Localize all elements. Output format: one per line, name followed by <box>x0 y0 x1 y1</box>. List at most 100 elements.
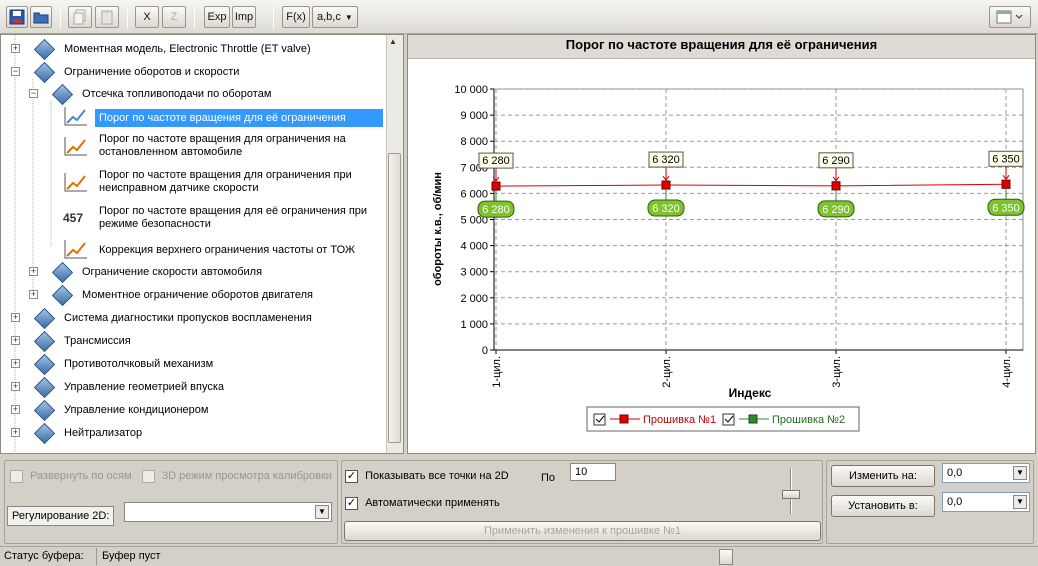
auto-apply-option[interactable]: ✓ Автоматически применять <box>345 497 500 510</box>
set-to-input[interactable]: 0,0 ▼ <box>942 492 1030 512</box>
y-axis-label: обороты к.в., об/мин <box>432 172 444 286</box>
tree-item-label: Порог по частоте вращения для ограничени… <box>99 133 346 145</box>
y-tick-label: 2 000 <box>460 293 488 305</box>
chevron-down-icon[interactable]: ▼ <box>1013 466 1027 480</box>
window-icon <box>996 10 1023 24</box>
tree-item-rpm-threshold-safe-mode[interactable]: 457 Порог по частоте вращения для её огр… <box>63 205 367 235</box>
tree-item-vehicle-speed-limit[interactable]: + Ограничение скорости автомобиля <box>27 261 262 283</box>
series1-point <box>1001 179 1011 189</box>
series1-point <box>831 181 841 191</box>
set-to-value: 0,0 <box>947 496 963 508</box>
tree-item-torque-model[interactable]: + Моментная модель, Electronic Throttle … <box>9 38 311 60</box>
mode-3d-checkbox[interactable] <box>142 470 155 483</box>
expand-icon[interactable]: + <box>11 44 20 53</box>
collapse-icon[interactable]: − <box>11 67 20 76</box>
tree-item-catalyst[interactable]: + Нейтрализатор <box>9 422 142 444</box>
copy-icon[interactable] <box>68 6 92 28</box>
change-by-button[interactable]: Изменить на: <box>831 465 935 487</box>
y-tick-label: 9 000 <box>460 110 488 122</box>
status-label: Статус буфера: <box>4 550 84 562</box>
expand-axes-option[interactable]: Развернуть по осям <box>10 470 132 483</box>
show-all-points-checkbox[interactable]: ✓ <box>345 470 358 483</box>
chevron-down-icon[interactable]: ▼ <box>1013 495 1027 509</box>
po-input[interactable]: 10 <box>570 463 616 481</box>
mode-3d-option[interactable]: 3D режим просмотра калибровки <box>142 470 332 483</box>
series1-checkbox[interactable] <box>593 413 606 426</box>
step-slider[interactable] <box>780 468 802 514</box>
series2-checkbox[interactable] <box>722 413 735 426</box>
series1-data-label: 6 280 <box>482 155 510 167</box>
tree-item-transmission[interactable]: + Трансмиссия <box>9 330 131 352</box>
folder-diamond-icon <box>33 399 56 421</box>
chart-panel: Порог по частоте вращения для её огранич… <box>407 34 1036 454</box>
tree-item-label: режиме безопасности <box>99 218 211 230</box>
tree-item-anti-jerk[interactable]: + Противотолчковый механизм <box>9 353 213 375</box>
chart-title: Порог по частоте вращения для её огранич… <box>408 35 1035 59</box>
change-by-input[interactable]: 0,0 ▼ <box>942 463 1030 483</box>
tree-item-rpm-threshold[interactable]: Порог по частоте вращения для её огранич… <box>63 106 383 130</box>
series1-data-label: 6 290 <box>822 155 850 167</box>
expand-icon[interactable]: + <box>29 290 38 299</box>
export-button[interactable]: Exp <box>204 6 230 28</box>
set-to-button[interactable]: Установить в: <box>831 495 935 517</box>
series2-data-label: 6 290 <box>822 204 850 216</box>
scroll-up-icon[interactable]: ▲ <box>389 37 397 46</box>
auto-apply-checkbox[interactable]: ✓ <box>345 497 358 510</box>
apply-changes-button[interactable]: Применить изменения к прошивке №1 <box>344 521 821 541</box>
x-tick-label: 4-цил. <box>1001 356 1013 388</box>
x-tick-label: 1-цил. <box>491 356 503 388</box>
x-button[interactable]: X <box>135 6 159 28</box>
x-tick-label: 3-цил. <box>831 356 843 388</box>
show-all-points-option[interactable]: ✓ Показывать все точки на 2D <box>345 470 509 483</box>
folder-diamond-icon <box>33 330 56 352</box>
tree-item-label: Порог по частоте вращения для ограничени… <box>99 169 352 181</box>
expand-icon[interactable]: + <box>11 428 20 437</box>
expand-icon[interactable]: + <box>11 336 20 345</box>
window-layout-button[interactable] <box>989 6 1031 28</box>
status-bar: Статус буфера: Буфер пуст <box>0 546 1038 566</box>
tree-item-rpm-threshold-stopped[interactable]: Порог по частоте вращения для ограничени… <box>63 133 346 163</box>
chevron-down-icon[interactable]: ▼ <box>315 505 329 519</box>
tree-item-intake-geometry[interactable]: + Управление геометрией впуска <box>9 376 224 398</box>
tree-item-label: Порог по частоте вращения для её огранич… <box>99 205 368 217</box>
series1-point <box>661 180 671 190</box>
scroll-thumb[interactable] <box>388 153 401 443</box>
abc-dropdown[interactable]: a,b,c ▼ <box>312 6 358 28</box>
tree-item-rpm-threshold-sensor[interactable]: Порог по частоте вращения для ограничени… <box>63 169 352 199</box>
y-tick-label: 4 000 <box>460 241 488 253</box>
change-by-value: 0,0 <box>947 467 963 479</box>
slider-thumb[interactable] <box>782 490 800 499</box>
reg2d-select[interactable]: ▼ <box>124 502 332 522</box>
status-value: Буфер пуст <box>102 550 161 562</box>
status-splitter[interactable] <box>719 549 733 565</box>
constant-value-icon: 457 <box>63 211 84 225</box>
paste-icon[interactable] <box>95 6 119 28</box>
folder-diamond-icon <box>33 307 56 329</box>
tree-item-rpm-speed-limit[interactable]: − Ограничение оборотов и скорости <box>9 61 239 83</box>
series2-marker-icon <box>748 414 758 424</box>
expand-icon[interactable]: + <box>11 359 20 368</box>
tree-scrollbar[interactable]: ▲ <box>386 35 403 453</box>
expand-icon[interactable]: + <box>11 405 20 414</box>
tree-item-fuel-cutoff[interactable]: − Отсечка топливоподачи по оборотам <box>27 83 271 105</box>
x-axis-label: Индекс <box>729 386 772 400</box>
expand-icon[interactable]: + <box>29 267 38 276</box>
expand-icon[interactable]: + <box>11 382 20 391</box>
calibration-2d-icon <box>64 137 87 156</box>
tree-item-coolant-correction[interactable]: Коррекция верхнего ограничения частоты о… <box>63 238 355 262</box>
chevron-down-icon: ▼ <box>344 12 353 22</box>
series2-data-label: 6 320 <box>652 203 680 215</box>
z-button[interactable]: Z <box>162 6 186 28</box>
tree-item-torque-rpm-limit[interactable]: + Моментное ограничение оборотов двигате… <box>27 284 313 306</box>
function-button[interactable]: F(x) <box>282 6 310 28</box>
tree-item-misfire-diagnostics[interactable]: + Система диагностики пропусков воспламе… <box>9 307 312 329</box>
import-button[interactable]: Imp <box>232 6 256 28</box>
y-tick-label: 10 000 <box>454 84 488 96</box>
expand-axes-checkbox[interactable] <box>10 470 23 483</box>
tree-item-air-conditioning[interactable]: + Управление кондиционером <box>9 399 208 421</box>
save-icon[interactable] <box>6 6 28 28</box>
tree-item-label: остановленном автомобиле <box>99 146 243 158</box>
expand-icon[interactable]: + <box>11 313 20 322</box>
collapse-icon[interactable]: − <box>29 89 38 98</box>
open-folder-icon[interactable] <box>30 6 52 28</box>
